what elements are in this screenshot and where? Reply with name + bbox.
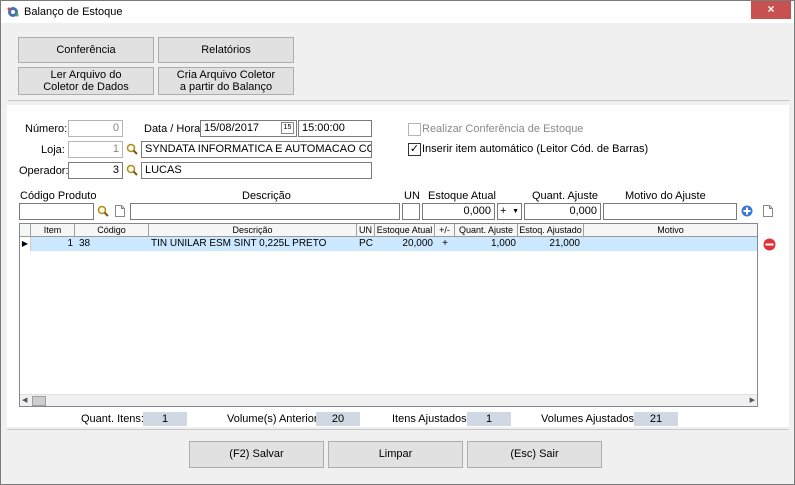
row-motivo [584,237,757,251]
codigo-produto-label: Código Produto [20,190,97,202]
title-bar: Balanço de Estoque × [1,1,794,23]
row-un: PC [359,238,373,249]
hora-field[interactable]: 15:00:00 [298,120,372,137]
cria-arquivo-button[interactable]: Cria Arquivo Coletor a partir do Balanço [158,67,294,95]
clear-document-icon[interactable] [763,205,773,217]
inserir-automatico-checkbox[interactable]: ✓ [408,143,421,156]
quant-itens-label: Quant. Itens: [81,413,144,425]
operador-field[interactable]: 3 [68,162,123,179]
row-item: 1 [67,238,73,249]
limpar-button[interactable]: Limpar [328,441,463,468]
cria-arquivo-label-1: Cria Arquivo Coletor [176,69,276,81]
items-grid[interactable]: Item Código Descrição UN Estoque Atual +… [19,223,758,407]
produto-search-icon[interactable] [97,205,109,217]
realizar-conferencia-label: Realizar Conferência de Estoque [422,123,584,135]
header-quant-ajuste[interactable]: Quant. Ajuste [455,224,518,237]
operador-name-field[interactable]: LUCAS [141,162,372,179]
row-descricao: TIN UNILAR ESM SINT 0,225L PRETO [151,238,327,249]
quant-ajuste-input[interactable]: 0,000 [524,203,601,220]
relatorios-button[interactable]: Relatórios [158,37,294,63]
data-field[interactable]: 15/08/2017 15 [200,120,297,137]
header-motivo[interactable]: Motivo [584,224,757,237]
volumes-ajustados-label: Volumes Ajustados: [541,413,638,425]
numero-field[interactable]: 0 [68,120,123,137]
itens-ajustados-value: 1 [467,412,511,426]
motivo-ajuste-label: Motivo do Ajuste [625,190,706,202]
volume-anterior-value: 20 [316,412,360,426]
header-codigo[interactable]: Código [75,224,149,237]
balanco-window: Balanço de Estoque × Conferência Relatór… [0,0,795,485]
grid-header: Item Código Descrição UN Estoque Atual +… [20,224,757,237]
conferencia-label: Conferência [56,44,116,56]
inserir-automatico-label: Inserir item automático (Leitor Cód. de … [422,143,649,155]
operador-search-icon[interactable] [126,164,138,176]
ler-arquivo-label-1: Ler Arquivo do [50,69,122,81]
row-selector-icon: ▶ [20,237,31,251]
header-sinal[interactable]: +/- [435,224,455,237]
scroll-right-icon[interactable]: ▶ [750,396,755,404]
descricao-input[interactable] [130,203,400,220]
estoque-atual-label: Estoque Atual [428,190,496,202]
header-un[interactable]: UN [357,224,375,237]
header-estoq-ajustado[interactable]: Estoq. Ajustado [518,224,584,237]
ler-arquivo-button[interactable]: Ler Arquivo do Coletor de Dados [18,67,154,95]
calendar-icon[interactable]: 15 [281,122,294,134]
table-row[interactable]: ▶ 1 38 TIN UNILAR ESM SINT 0,225L PRETO … [20,237,757,251]
horizontal-scrollbar[interactable]: ◀ ▶ [20,394,757,406]
footer-divider [7,429,789,430]
dropdown-arrow-icon: ▼ [512,208,519,215]
new-document-icon[interactable] [115,205,125,217]
operador-label: Operador: [19,165,69,177]
cria-arquivo-label-2: a partir do Balanço [179,81,273,93]
header-estoque-atual[interactable]: Estoque Atual [375,224,435,237]
un-label: UN [404,190,420,202]
scroll-left-icon[interactable]: ◀ [22,396,27,404]
loja-name-field[interactable]: SYNDATA INFORMATICA E AUTOMACAO COME [141,141,372,158]
data-value: 15/08/2017 [204,122,260,134]
data-hora-label: Data / Hora: [144,123,204,135]
itens-ajustados-label: Itens Ajustados: [392,413,470,425]
header-descricao[interactable]: Descrição [149,224,357,237]
salvar-button[interactable]: (F2) Salvar [189,441,324,468]
header-item[interactable]: Item [31,224,75,237]
volume-anterior-label: Volume(s) Anterior: [227,413,321,425]
descricao-label: Descrição [242,190,291,202]
remove-item-icon[interactable] [763,238,776,251]
row-estoq-ajustado: 21,000 [549,238,580,249]
sign-select[interactable]: + ▼ [497,203,522,220]
sign-value: + [500,205,507,217]
motivo-ajuste-input[interactable] [603,203,737,220]
close-button[interactable]: × [751,1,791,19]
window-title: Balanço de Estoque [24,6,123,18]
app-icon [7,7,19,17]
relatorios-label: Relatórios [201,44,251,56]
conferencia-button[interactable]: Conferência [18,37,154,63]
row-quant-ajuste: 1,000 [490,238,516,249]
sair-button[interactable]: (Esc) Sair [467,441,602,468]
scroll-thumb[interactable] [32,396,46,406]
volumes-ajustados-value: 21 [634,412,678,426]
row-estoque-atual: 20,000 [402,238,433,249]
header-indicator [20,224,31,237]
toolbar-section: Conferência Relatórios Ler Arquivo do Co… [8,26,790,101]
un-input[interactable] [402,203,420,220]
add-icon[interactable] [741,205,753,217]
loja-label: Loja: [41,144,65,156]
loja-field[interactable]: 1 [68,141,123,158]
estoque-atual-input[interactable]: 0,000 [422,203,495,220]
numero-label: Número: [25,123,68,135]
ler-arquivo-label-2: Coletor de Dados [43,81,129,93]
realizar-conferencia-checkbox[interactable] [408,123,421,136]
row-sinal: + [442,238,448,249]
quant-ajuste-label: Quant. Ajuste [532,190,599,202]
quant-itens-value: 1 [143,412,187,426]
loja-search-icon[interactable] [126,143,138,155]
row-codigo: 38 [79,238,91,249]
codigo-produto-input[interactable] [19,203,94,220]
